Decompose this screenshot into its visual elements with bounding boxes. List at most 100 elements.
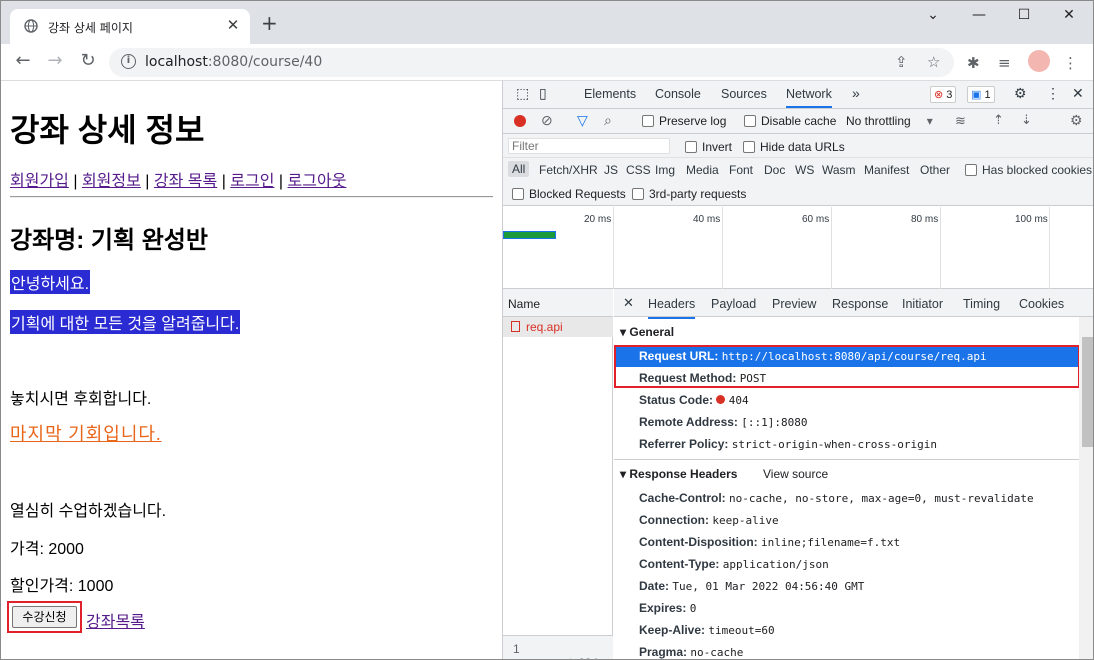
- tab-cookies[interactable]: Cookies: [1019, 297, 1064, 311]
- link-course-list[interactable]: 강좌 목록: [154, 173, 217, 190]
- gear-icon[interactable]: ⚙: [1014, 85, 1027, 102]
- course-name: 강좌명: 기획 완성반: [10, 227, 208, 254]
- status-code-row: Status Code: 404: [639, 393, 749, 407]
- kebab-icon[interactable]: ⋮: [1063, 54, 1078, 72]
- link-member-info[interactable]: 회원정보: [82, 173, 141, 190]
- type-all[interactable]: All: [508, 161, 530, 177]
- disable-cache-checkbox[interactable]: Disable cache: [744, 114, 836, 128]
- blocked-row: Blocked Requests 3rd-party requests: [503, 182, 1093, 206]
- type-font[interactable]: Font: [729, 163, 753, 177]
- type-wasm[interactable]: Wasm: [822, 163, 856, 177]
- tab-elements[interactable]: Elements: [584, 87, 636, 101]
- network-toolbar: ⊘ ▽ ⌕ Preserve log Disable cache No thro…: [503, 109, 1093, 134]
- inspect-icon[interactable]: ⬚: [516, 85, 529, 102]
- tab-title: 강좌 상세 페이지: [48, 21, 133, 35]
- view-source-link[interactable]: View source: [763, 467, 828, 481]
- description-text: 열심히 수업하겠습니다.: [10, 503, 167, 520]
- remote-address-row: Remote Address: [::1]:8080: [639, 415, 808, 429]
- status-dot-icon: [716, 395, 726, 404]
- has-blocked-cookies-checkbox[interactable]: Has blocked cookies: [965, 163, 1092, 177]
- request-row[interactable]: req.api: [503, 317, 613, 337]
- scrollbar-thumb[interactable]: [1082, 337, 1093, 447]
- type-css[interactable]: CSS: [626, 163, 651, 177]
- header-row: Cache-Control: no-cache, no-store, max-a…: [639, 491, 1034, 505]
- error-badge[interactable]: ⊗ 3: [930, 86, 957, 103]
- forward-icon[interactable]: →: [43, 50, 67, 71]
- general-section-toggle[interactable]: ▾ General: [620, 325, 674, 339]
- type-media[interactable]: Media: [686, 163, 719, 177]
- blocked-requests-checkbox[interactable]: Blocked Requests: [512, 187, 626, 201]
- throttling-select[interactable]: No throttling ▾: [846, 114, 933, 128]
- invert-checkbox[interactable]: Invert: [685, 140, 732, 154]
- globe-icon: [24, 19, 38, 33]
- upload-icon[interactable]: ⇡: [993, 112, 1004, 128]
- tab-initiator[interactable]: Initiator: [902, 297, 943, 311]
- close-icon[interactable]: ✕: [224, 16, 242, 34]
- type-img[interactable]: Img: [655, 163, 675, 177]
- close-icon[interactable]: ✕: [1072, 85, 1084, 102]
- address-bar[interactable]: i localhost:8080/course/40 ⇪ ☆: [109, 48, 954, 77]
- enroll-button[interactable]: 수강신청: [12, 606, 77, 628]
- link-signup[interactable]: 회원가입: [10, 173, 69, 190]
- star-icon[interactable]: ☆: [927, 53, 940, 71]
- hide-data-urls-checkbox[interactable]: Hide data URLs: [743, 140, 845, 154]
- link-logout[interactable]: 로그아웃: [288, 173, 347, 190]
- detail-tabbar: ✕ Headers Payload Preview Response Initi…: [614, 289, 1093, 319]
- minimize-icon[interactable]: —: [969, 7, 989, 23]
- link-login[interactable]: 로그인: [230, 173, 274, 190]
- download-icon[interactable]: ⇣: [1021, 112, 1032, 128]
- tab-console[interactable]: Console: [655, 87, 701, 101]
- type-fetch[interactable]: Fetch/XHR: [539, 163, 598, 177]
- record-icon[interactable]: [514, 115, 526, 127]
- kebab-icon[interactable]: ⋮: [1046, 85, 1060, 102]
- tab-preview[interactable]: Preview: [772, 297, 816, 311]
- message-badge[interactable]: ▣ 1: [967, 86, 995, 103]
- device-icon[interactable]: ▯: [539, 85, 547, 102]
- tab-timing[interactable]: Timing: [963, 297, 1000, 311]
- share-icon[interactable]: ⇪: [895, 53, 908, 71]
- devtools-panel: ⬚ ▯ Elements Console Sources Network » ⊗…: [502, 81, 1093, 659]
- search-icon[interactable]: ⌕: [604, 112, 612, 129]
- type-manifest[interactable]: Manifest: [864, 163, 909, 177]
- more-tabs-icon[interactable]: »: [852, 85, 860, 101]
- reload-icon[interactable]: ↻: [76, 50, 100, 71]
- browser-tab[interactable]: 강좌 상세 페이지 ✕: [10, 9, 250, 44]
- media-icon[interactable]: ≡: [998, 54, 1011, 72]
- type-js[interactable]: JS: [604, 163, 618, 177]
- header-row: Date: Tue, 01 Mar 2022 04:56:40 GMT: [639, 579, 865, 593]
- tick-label: 20 ms: [584, 214, 612, 225]
- third-party-checkbox[interactable]: 3rd-party requests: [632, 187, 746, 201]
- clear-icon[interactable]: ⊘: [541, 112, 553, 129]
- plus-icon[interactable]: +: [261, 11, 278, 35]
- type-other[interactable]: Other: [920, 163, 950, 177]
- header-row: Pragma: no-cache: [639, 645, 744, 659]
- scrollbar[interactable]: [1079, 317, 1093, 659]
- type-ws[interactable]: WS: [795, 163, 814, 177]
- chevron-down-icon[interactable]: ⌄: [923, 7, 943, 23]
- maximize-icon[interactable]: ☐: [1014, 7, 1034, 23]
- response-headers-toggle[interactable]: ▾ Response Headers: [620, 467, 737, 481]
- tab-sources[interactable]: Sources: [721, 87, 767, 101]
- close-icon[interactable]: ✕: [623, 295, 634, 311]
- highlighted-text: 안녕하세요.: [10, 270, 91, 294]
- extension-icon[interactable]: ✱: [967, 54, 980, 72]
- header-row: Content-Type: application/json: [639, 557, 829, 571]
- tab-headers[interactable]: Headers: [648, 297, 696, 319]
- window-close-icon[interactable]: ✕: [1059, 7, 1079, 23]
- filter-input[interactable]: Filter: [508, 138, 670, 154]
- info-icon[interactable]: i: [121, 54, 136, 69]
- filter-icon[interactable]: ▽: [577, 112, 588, 129]
- request-detail: ✕ Headers Payload Preview Response Initi…: [614, 289, 1093, 659]
- tab-network[interactable]: Network: [786, 87, 832, 108]
- wifi-icon[interactable]: ≋: [955, 113, 966, 129]
- tab-payload[interactable]: Payload: [711, 297, 756, 311]
- avatar[interactable]: [1028, 50, 1050, 72]
- name-column-header[interactable]: Name: [503, 289, 613, 317]
- tab-response[interactable]: Response: [832, 297, 888, 311]
- type-doc[interactable]: Doc: [764, 163, 785, 177]
- back-icon[interactable]: ←: [11, 50, 35, 71]
- course-list-link[interactable]: 강좌목록: [86, 608, 145, 632]
- preserve-log-checkbox[interactable]: Preserve log: [642, 114, 726, 128]
- gear-icon[interactable]: ⚙: [1070, 112, 1083, 129]
- network-timeline: 20 ms 40 ms 60 ms 80 ms 100 ms: [503, 207, 1093, 289]
